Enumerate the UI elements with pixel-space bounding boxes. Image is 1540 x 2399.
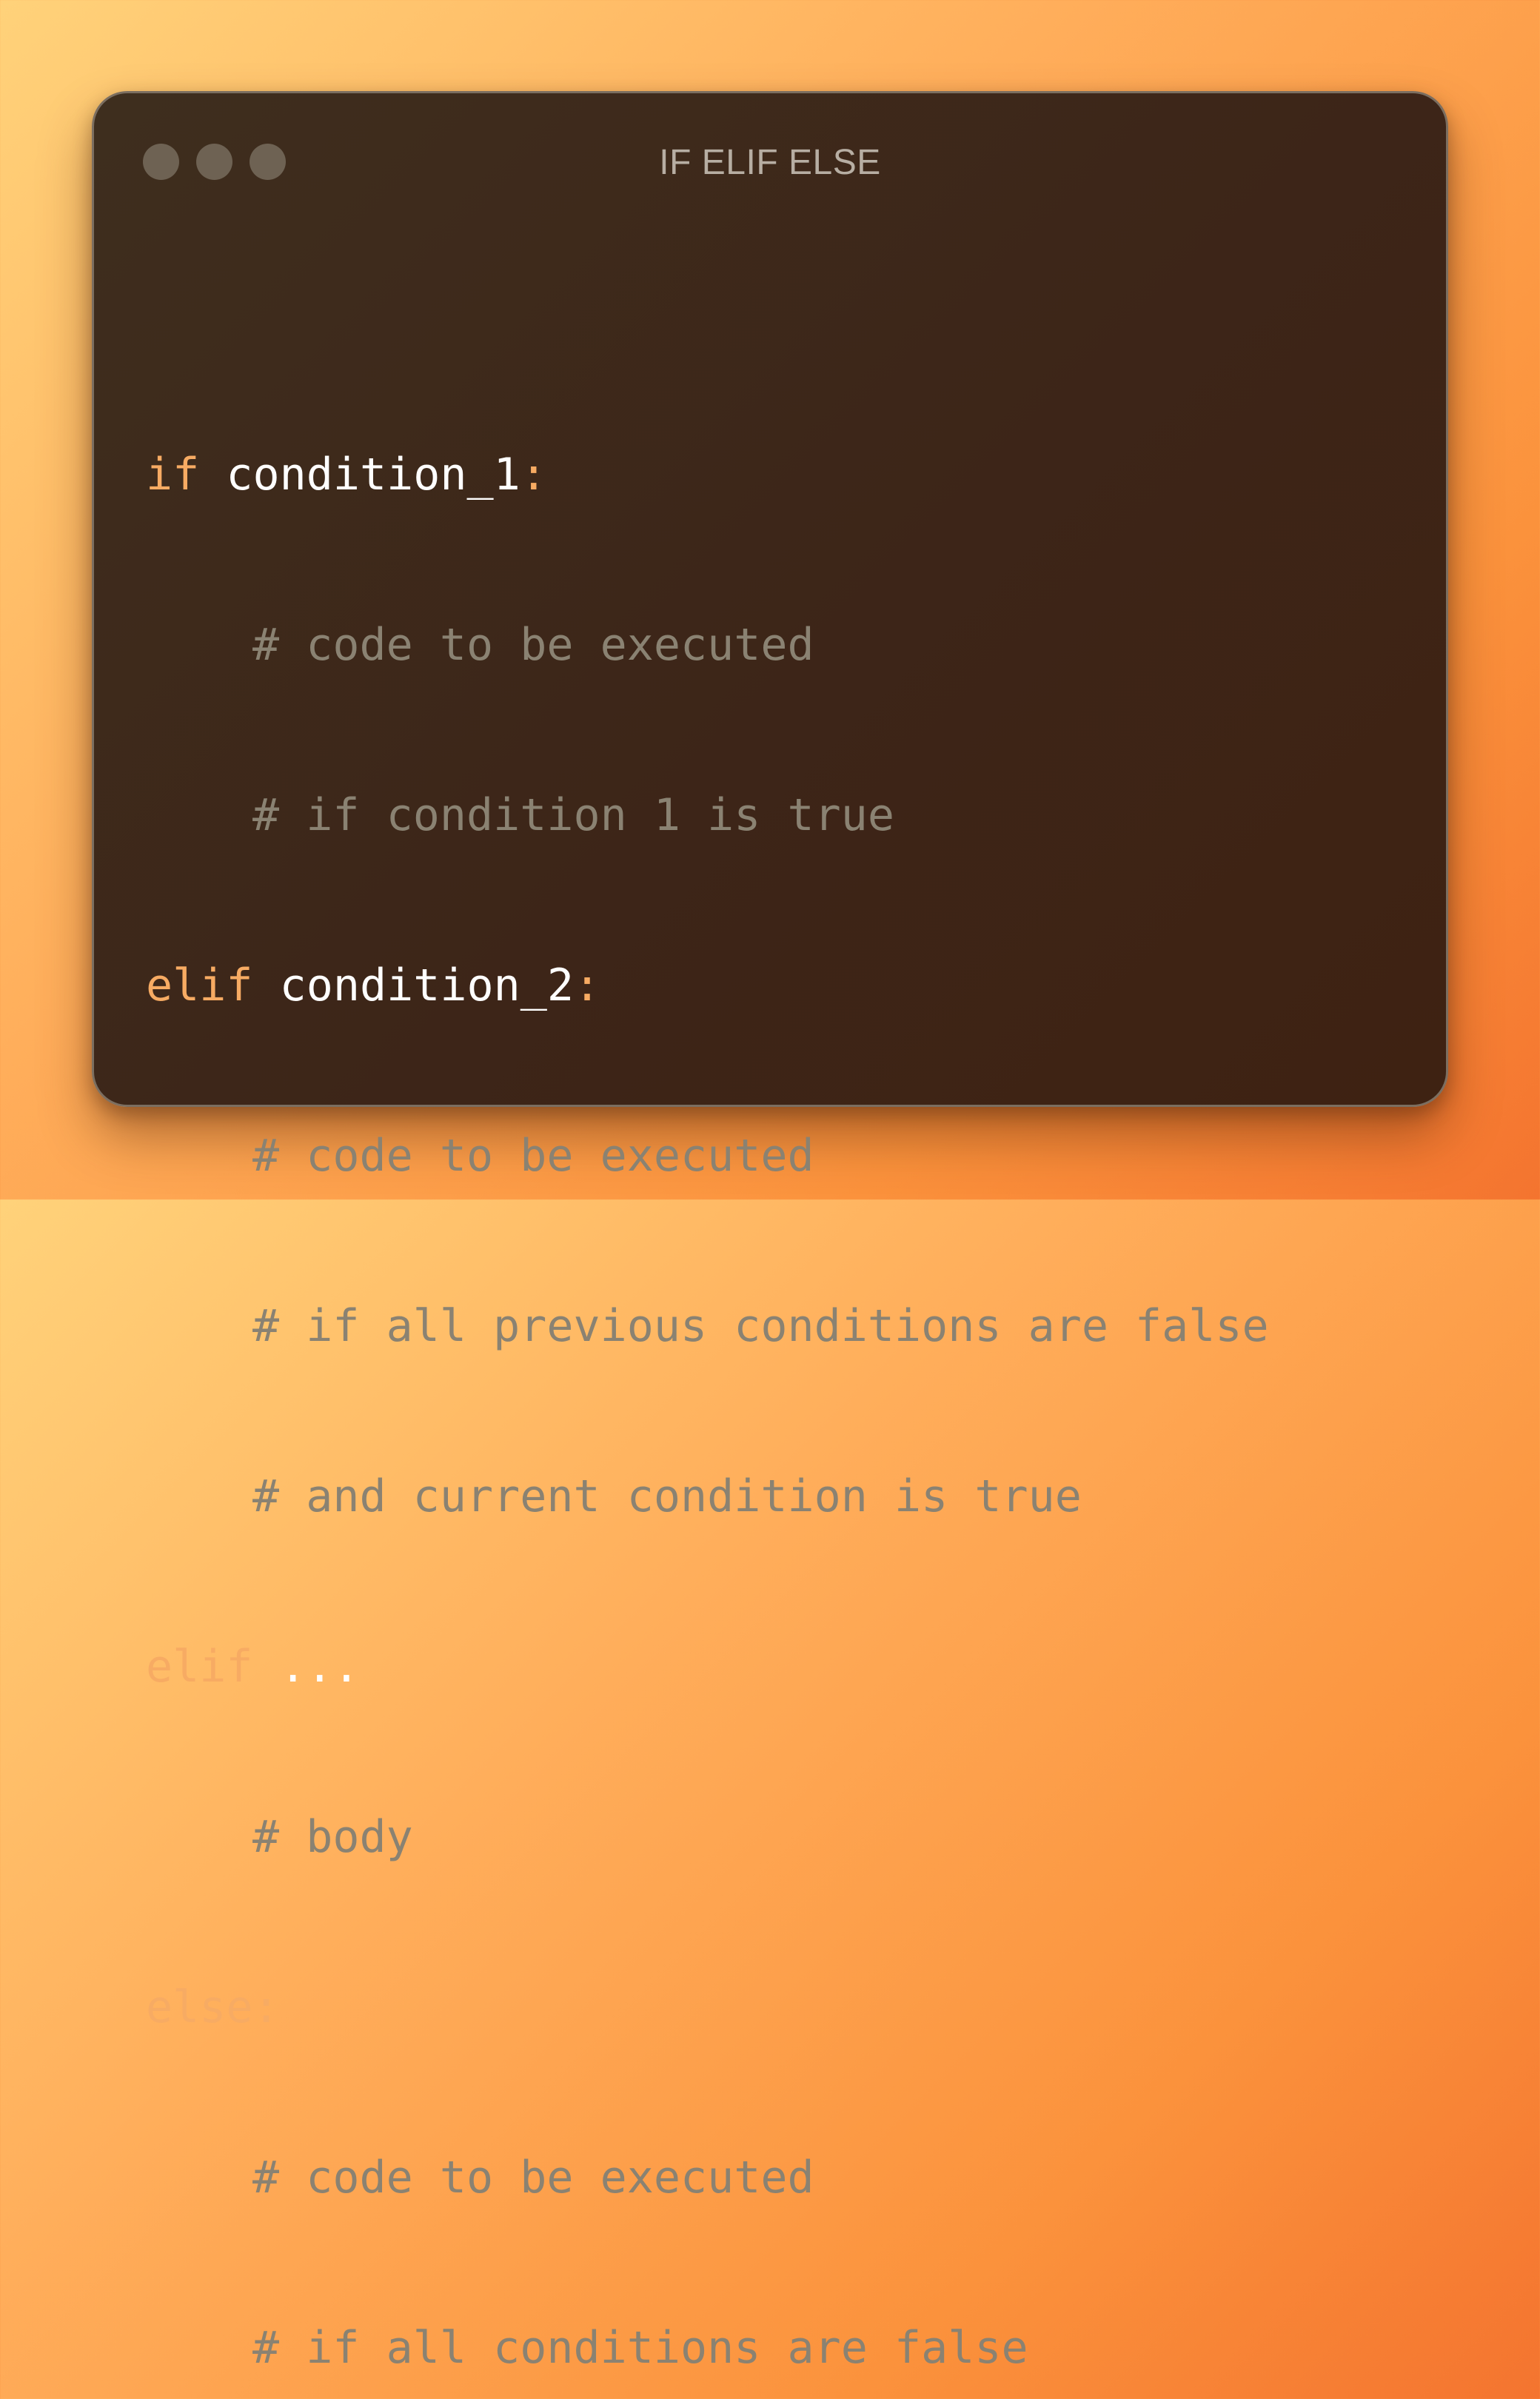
code-line: # code to be executed xyxy=(146,1122,1269,1189)
code-window: IF ELIF ELSE if condition_1: # code to b… xyxy=(92,91,1448,2374)
code-line: # code to be executed xyxy=(146,2144,1269,2211)
code-line: # if condition 1 is true xyxy=(146,782,1269,849)
comment: # if condition 1 is true xyxy=(252,789,894,841)
keyword: elif xyxy=(146,1641,253,1693)
comment: # code to be executed xyxy=(252,2152,814,2204)
keyword: else xyxy=(146,1981,253,2033)
code-line: else: xyxy=(146,1974,1269,2041)
keyword: if xyxy=(146,449,200,501)
code-line: elif condition_2: xyxy=(146,952,1269,1019)
window-title: IF ELIF ELSE xyxy=(659,143,881,182)
code-line: elif ... xyxy=(146,1633,1269,1700)
comment: # if all previous conditions are false xyxy=(252,1300,1269,1352)
comment: # if all conditions are false xyxy=(252,2322,1028,2374)
code-line: # and current condition is true xyxy=(146,1463,1269,1530)
keyword: elif xyxy=(146,960,253,1011)
code-line: # if all conditions are false xyxy=(146,2315,1269,2381)
comment: # body xyxy=(252,1811,413,1863)
comment: # and current condition is true xyxy=(252,1470,1082,1522)
punctuation: : xyxy=(252,1981,280,2033)
code-line: # if all previous conditions are false xyxy=(146,1293,1269,1359)
identifier: ... xyxy=(279,1641,360,1693)
comment: # code to be executed xyxy=(252,1130,814,1182)
identifier: condition_2 xyxy=(279,960,574,1011)
code-line: # body xyxy=(146,1804,1269,1870)
identifier: condition_1 xyxy=(226,449,520,501)
code-line: # code to be executed xyxy=(146,612,1269,678)
code-line: if condition_1: xyxy=(146,441,1269,508)
punctuation: : xyxy=(573,960,601,1011)
punctuation: : xyxy=(520,449,547,501)
comment: # code to be executed xyxy=(252,619,814,671)
code-block: if condition_1: # code to be executed # … xyxy=(146,338,1269,2399)
